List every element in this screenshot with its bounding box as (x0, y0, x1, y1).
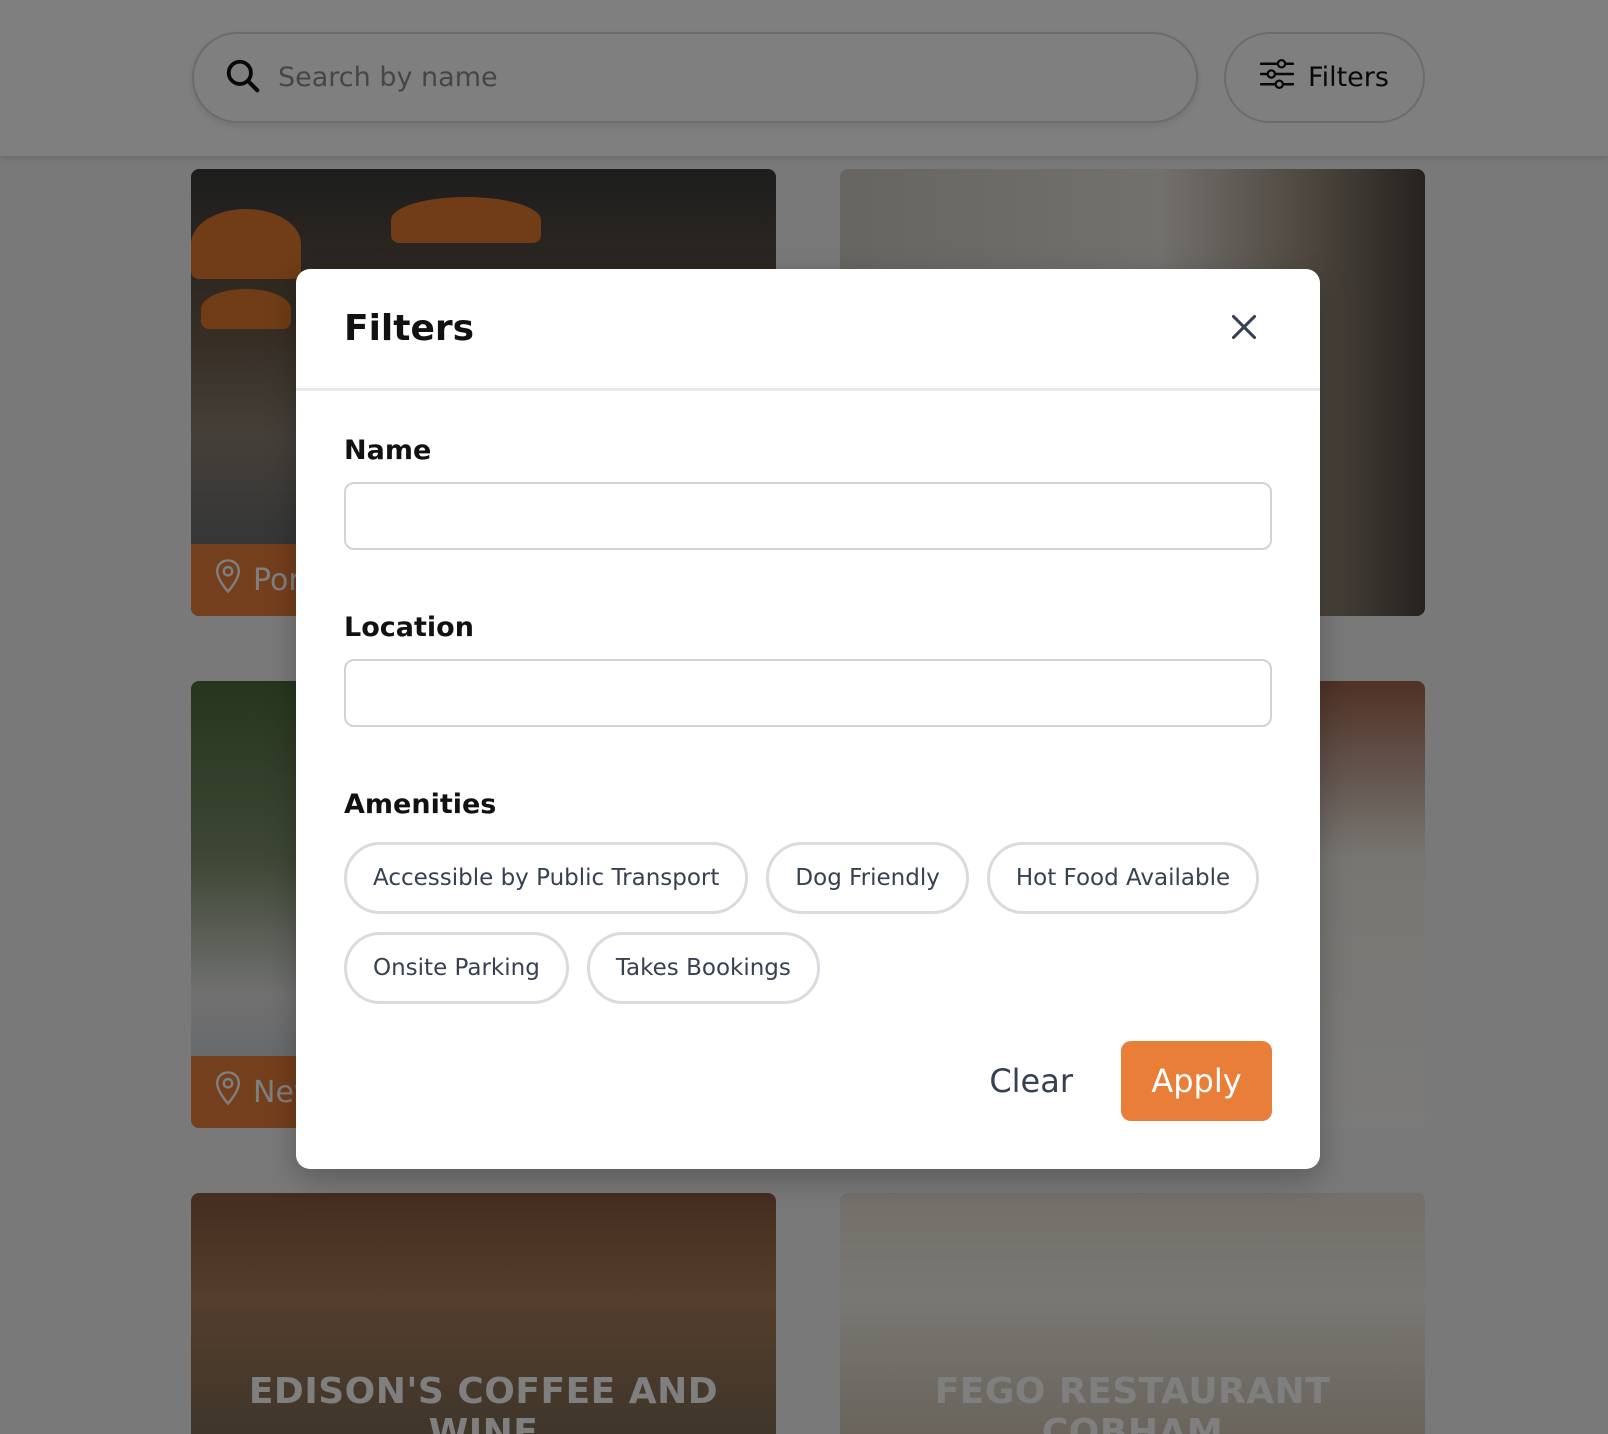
chip-takes-bookings[interactable]: Takes Bookings (586, 932, 820, 1004)
chip-accessible-by-public-transport[interactable]: Accessible by Public Transport (344, 842, 749, 914)
amenities-label: Amenities (344, 789, 497, 820)
chip-onsite-parking[interactable]: Onsite Parking (344, 932, 569, 1004)
filters-modal: Filters Name Location Amenities Accessib… (296, 269, 1320, 1169)
modal-header: Filters (296, 269, 1320, 391)
clear-button[interactable]: Clear (989, 1062, 1073, 1100)
close-button[interactable] (1220, 305, 1268, 353)
modal-title: Filters (344, 308, 475, 349)
name-label: Name (344, 435, 432, 466)
chip-dog-friendly[interactable]: Dog Friendly (766, 842, 969, 914)
location-label: Location (344, 612, 474, 643)
name-field[interactable] (344, 482, 1272, 550)
amenities-chip-group: Accessible by Public Transport Dog Frien… (344, 842, 1272, 1004)
modal-footer: Clear Apply (989, 1041, 1272, 1121)
chip-hot-food-available[interactable]: Hot Food Available (986, 842, 1260, 914)
close-icon (1230, 313, 1258, 345)
apply-button[interactable]: Apply (1121, 1041, 1272, 1121)
modal-body: Name Location Amenities Accessible by Pu… (296, 435, 1320, 1004)
location-field[interactable] (344, 659, 1272, 727)
